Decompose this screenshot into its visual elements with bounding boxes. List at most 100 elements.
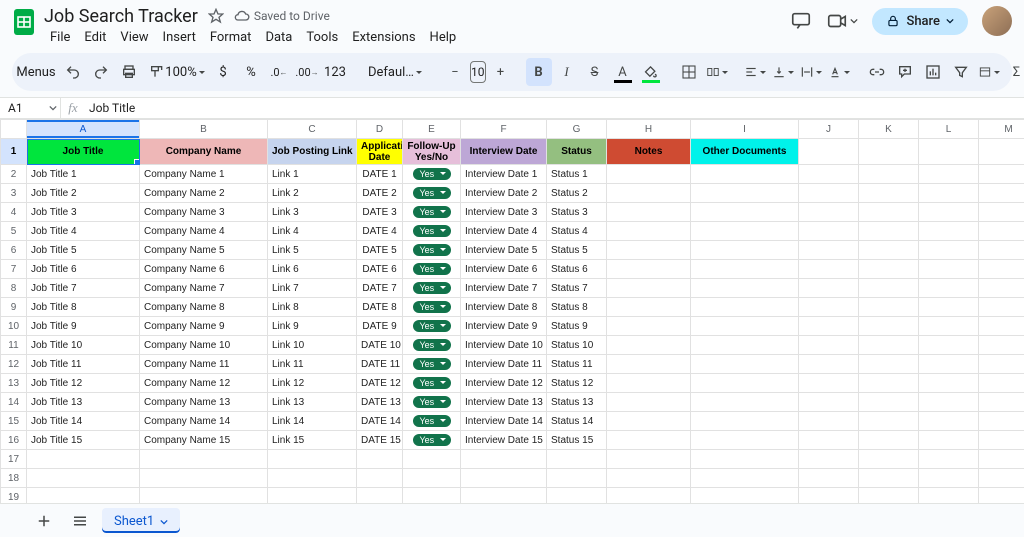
- header-cell-e[interactable]: Follow-UpYes/No: [403, 139, 461, 165]
- drive-status[interactable]: Saved to Drive: [234, 8, 330, 24]
- undo-button[interactable]: [60, 58, 86, 86]
- cell[interactable]: Interview Date 14: [461, 412, 547, 431]
- cell[interactable]: [403, 469, 461, 488]
- insert-chart-button[interactable]: [920, 58, 946, 86]
- cell[interactable]: Yes: [403, 374, 461, 393]
- cell[interactable]: Interview Date 12: [461, 374, 547, 393]
- cell[interactable]: [691, 184, 799, 203]
- row-header[interactable]: 15: [1, 412, 27, 431]
- cell[interactable]: Job Title 13: [27, 393, 140, 412]
- cell[interactable]: DATE 3: [357, 203, 403, 222]
- cell[interactable]: [140, 469, 268, 488]
- cell[interactable]: Job Title 9: [27, 317, 140, 336]
- header-cell-d[interactable]: ApplicationDate: [357, 139, 403, 165]
- cell[interactable]: [799, 412, 859, 431]
- column-header-M[interactable]: M: [979, 120, 1024, 139]
- comment-history-icon[interactable]: [790, 10, 812, 32]
- meet-button[interactable]: [826, 10, 858, 32]
- cell[interactable]: Status 5: [547, 241, 607, 260]
- cell[interactable]: Link 3: [268, 203, 357, 222]
- cell[interactable]: [979, 336, 1024, 355]
- header-cell-f[interactable]: Interview Date: [461, 139, 547, 165]
- menu-extensions[interactable]: Extensions: [346, 28, 421, 47]
- cell[interactable]: [799, 279, 859, 298]
- row-header[interactable]: 10: [1, 317, 27, 336]
- cell[interactable]: [268, 450, 357, 469]
- search-menus[interactable]: Menus: [22, 58, 48, 86]
- fill-color-button[interactable]: [638, 58, 664, 86]
- cell[interactable]: Status 3: [547, 203, 607, 222]
- cell[interactable]: Interview Date 13: [461, 393, 547, 412]
- cell[interactable]: [979, 260, 1024, 279]
- row-header[interactable]: 18: [1, 469, 27, 488]
- row-header[interactable]: 3: [1, 184, 27, 203]
- cell[interactable]: Job Title 6: [27, 260, 140, 279]
- cell[interactable]: [859, 450, 919, 469]
- cell[interactable]: Interview Date 1: [461, 165, 547, 184]
- share-button[interactable]: Share: [872, 8, 968, 35]
- cell[interactable]: [859, 317, 919, 336]
- column-header-H[interactable]: H: [607, 120, 691, 139]
- cell[interactable]: DATE 13: [357, 393, 403, 412]
- column-header-G[interactable]: G: [547, 120, 607, 139]
- followup-chip[interactable]: Yes: [413, 168, 451, 180]
- cell[interactable]: Status 12: [547, 374, 607, 393]
- cell[interactable]: Company Name 8: [140, 298, 268, 317]
- redo-button[interactable]: [88, 58, 114, 86]
- cell[interactable]: [799, 469, 859, 488]
- row-header[interactable]: 9: [1, 298, 27, 317]
- cell[interactable]: [691, 260, 799, 279]
- cell[interactable]: [799, 165, 859, 184]
- cell[interactable]: [919, 184, 979, 203]
- cell[interactable]: Company Name 7: [140, 279, 268, 298]
- cell[interactable]: Interview Date 4: [461, 222, 547, 241]
- column-header-I[interactable]: I: [691, 120, 799, 139]
- cell[interactable]: [691, 279, 799, 298]
- cell[interactable]: Job Title 7: [27, 279, 140, 298]
- cell[interactable]: [919, 279, 979, 298]
- cell[interactable]: [979, 203, 1024, 222]
- cell[interactable]: [979, 279, 1024, 298]
- cell[interactable]: Link 11: [268, 355, 357, 374]
- formula-input[interactable]: Job Title: [85, 101, 1024, 115]
- cell[interactable]: [979, 184, 1024, 203]
- cell[interactable]: [268, 469, 357, 488]
- followup-chip[interactable]: Yes: [413, 225, 451, 237]
- cell[interactable]: Link 1: [268, 165, 357, 184]
- cell[interactable]: [919, 374, 979, 393]
- followup-chip[interactable]: Yes: [413, 358, 451, 370]
- column-header-K[interactable]: K: [859, 120, 919, 139]
- font-size-increase[interactable]: +: [488, 58, 514, 86]
- cell[interactable]: [27, 450, 140, 469]
- cell[interactable]: [799, 450, 859, 469]
- name-box[interactable]: A1: [0, 101, 46, 115]
- cell[interactable]: [979, 469, 1024, 488]
- zoom-select[interactable]: 100%: [172, 58, 198, 86]
- cell[interactable]: Yes: [403, 184, 461, 203]
- cell[interactable]: Yes: [403, 355, 461, 374]
- cell[interactable]: [691, 450, 799, 469]
- cell[interactable]: Link 6: [268, 260, 357, 279]
- cell[interactable]: Link 13: [268, 393, 357, 412]
- cell[interactable]: [607, 393, 691, 412]
- cell[interactable]: [691, 165, 799, 184]
- cell[interactable]: [357, 469, 403, 488]
- cell[interactable]: DATE 2: [357, 184, 403, 203]
- sheet-tab-sheet1[interactable]: Sheet1: [102, 508, 180, 533]
- cell[interactable]: Company Name 10: [140, 336, 268, 355]
- sheets-logo-icon[interactable]: [12, 6, 36, 38]
- name-box-dropdown[interactable]: [46, 104, 60, 112]
- column-header-B[interactable]: B: [140, 120, 268, 139]
- cell[interactable]: Status 15: [547, 431, 607, 450]
- cell[interactable]: [607, 336, 691, 355]
- cell[interactable]: [691, 374, 799, 393]
- cell[interactable]: Job Title 10: [27, 336, 140, 355]
- row-header[interactable]: 2: [1, 165, 27, 184]
- cell[interactable]: Interview Date 6: [461, 260, 547, 279]
- cell[interactable]: [607, 165, 691, 184]
- cell[interactable]: [919, 317, 979, 336]
- row-header[interactable]: 6: [1, 241, 27, 260]
- cell[interactable]: [799, 355, 859, 374]
- cell[interactable]: Status 2: [547, 184, 607, 203]
- menu-tools[interactable]: Tools: [300, 28, 344, 47]
